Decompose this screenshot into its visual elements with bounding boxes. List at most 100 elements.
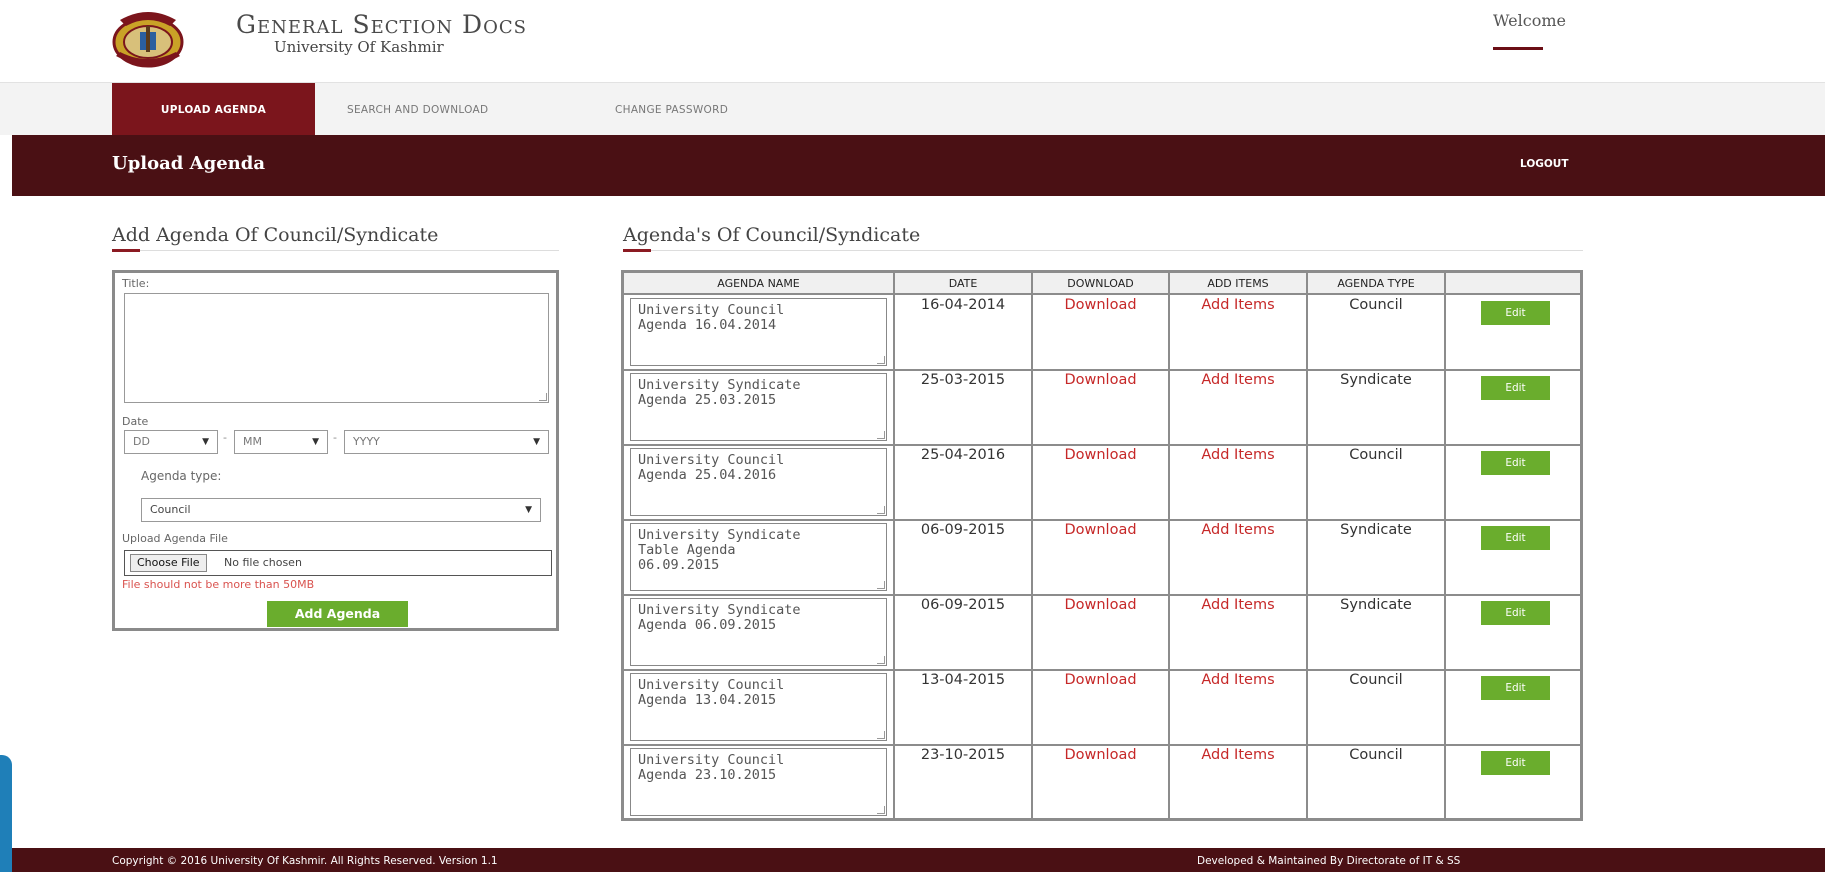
download-link[interactable]: Download [1033,747,1168,763]
add-agenda-button[interactable]: Add Agenda [267,601,408,627]
heading-accent [112,249,140,252]
resize-handle-icon[interactable] [877,356,885,364]
chevron-down-icon: ▼ [533,437,540,447]
day-select[interactable]: DD ▼ [124,430,218,454]
site-header: General Section Docs University Of Kashm… [0,0,1825,82]
resize-handle-icon[interactable] [539,393,547,401]
nav-search-and-download[interactable]: SEARCH AND DOWNLOAD [347,83,488,136]
col-agenda-type: AGENDA TYPE [1308,273,1444,295]
nav-upload-agenda[interactable]: UPLOAD AGENDA [112,83,315,136]
university-logo [112,12,184,68]
add-items-link[interactable]: Add Items [1170,672,1306,688]
main-nav: UPLOAD AGENDA SEARCH AND DOWNLOAD CHANGE… [0,82,1825,136]
agenda-type: Syndicate [1340,522,1412,538]
add-items-link[interactable]: Add Items [1170,522,1306,538]
row-divider [624,519,1580,521]
day-select-value: DD [133,435,150,448]
col-divider [1444,273,1446,818]
add-items-link[interactable]: Add Items [1170,372,1306,388]
row-divider [624,369,1580,371]
agenda-type: Council [1349,747,1403,763]
col-download: DOWNLOAD [1033,273,1168,295]
upload-label: Upload Agenda File [122,532,228,545]
agenda-name-textarea[interactable]: University Council Agenda 25.04.2016 [630,448,887,516]
file-input[interactable]: Choose File No file chosen [124,550,552,576]
divider [112,250,559,251]
agenda-date: 23-10-2015 [920,747,1006,763]
edit-button[interactable]: Edit [1481,601,1550,625]
copyright-text: Copyright © 2016 University Of Kashmir. … [112,855,498,867]
add-items-link[interactable]: Add Items [1170,597,1306,613]
row-divider [624,444,1580,446]
agenda-name-textarea[interactable]: University Council Agenda 13.04.2015 [630,673,887,741]
download-link[interactable]: Download [1033,522,1168,538]
title-textarea[interactable] [124,293,549,403]
download-link[interactable]: Download [1033,372,1168,388]
download-link[interactable]: Download [1033,672,1168,688]
date-label: Date [122,415,149,428]
agenda-type: Council [1349,447,1403,463]
col-divider [1306,273,1308,818]
page-title: Upload Agenda [112,153,265,174]
resize-handle-icon[interactable] [877,731,885,739]
agenda-type: Syndicate [1340,372,1412,388]
year-select[interactable]: YYYY ▼ [344,430,549,454]
col-add-items: ADD ITEMS [1170,273,1306,295]
agenda-type: Syndicate [1340,597,1412,613]
month-select-value: MM [243,435,262,448]
resize-handle-icon[interactable] [877,656,885,664]
chevron-down-icon: ▼ [202,437,209,447]
welcome-underline [1493,47,1543,50]
date-separator: - [223,431,227,444]
page-title-bar: Upload Agenda LOGOUT [12,135,1825,196]
add-items-link[interactable]: Add Items [1170,297,1306,313]
edit-button[interactable]: Edit [1481,751,1550,775]
side-accent-shape [0,755,12,872]
agenda-name-textarea[interactable]: University Syndicate Agenda 06.09.2015 [630,598,887,666]
agenda-date: 16-04-2014 [920,297,1006,313]
resize-handle-icon[interactable] [877,431,885,439]
edit-button[interactable]: Edit [1481,451,1550,475]
month-select[interactable]: MM ▼ [234,430,328,454]
chevron-down-icon: ▼ [312,437,319,447]
edit-button[interactable]: Edit [1481,301,1550,325]
developer-credit: Developed & Maintained By Directorate of… [1197,855,1461,867]
download-link[interactable]: Download [1033,597,1168,613]
choose-file-button[interactable]: Choose File [130,554,207,572]
title-label: Title: [122,277,150,290]
agenda-type-select[interactable]: Council ▼ [141,498,541,522]
agenda-name-textarea[interactable]: University Syndicate Agenda 25.03.2015 [630,373,887,441]
col-date: DATE [895,273,1031,295]
year-select-value: YYYY [353,435,380,448]
agenda-name-textarea[interactable]: University Syndicate Table Agenda 06.09.… [630,523,887,591]
logout-link[interactable]: LOGOUT [1520,158,1568,170]
nav-change-password[interactable]: CHANGE PASSWORD [615,83,728,136]
resize-handle-icon[interactable] [877,581,885,589]
resize-handle-icon[interactable] [877,806,885,814]
edit-button[interactable]: Edit [1481,676,1550,700]
agenda-date: 06-09-2015 [920,597,1006,613]
site-footer: Copyright © 2016 University Of Kashmir. … [12,848,1825,872]
site-title: General Section Docs [236,10,527,39]
agenda-name-textarea[interactable]: University Council Agenda 16.04.2014 [630,298,887,366]
resize-handle-icon[interactable] [877,506,885,514]
add-items-link[interactable]: Add Items [1170,747,1306,763]
add-items-link[interactable]: Add Items [1170,447,1306,463]
col-divider [1168,273,1170,818]
agenda-type-label: Agenda type: [141,469,222,483]
row-divider [624,594,1580,596]
chevron-down-icon: ▼ [525,505,532,515]
divider [623,250,1583,251]
edit-button[interactable]: Edit [1481,526,1550,550]
add-agenda-heading: Add Agenda Of Council/Syndicate [112,224,439,246]
download-link[interactable]: Download [1033,297,1168,313]
welcome-text: Welcome [1493,11,1566,30]
col-agenda-name: AGENDA NAME [624,273,893,295]
agenda-type: Council [1349,297,1403,313]
heading-accent [623,249,651,252]
download-link[interactable]: Download [1033,447,1168,463]
agenda-name-textarea[interactable]: University Council Agenda 23.10.2015 [630,748,887,816]
col-divider [893,273,895,818]
row-divider [624,744,1580,746]
edit-button[interactable]: Edit [1481,376,1550,400]
